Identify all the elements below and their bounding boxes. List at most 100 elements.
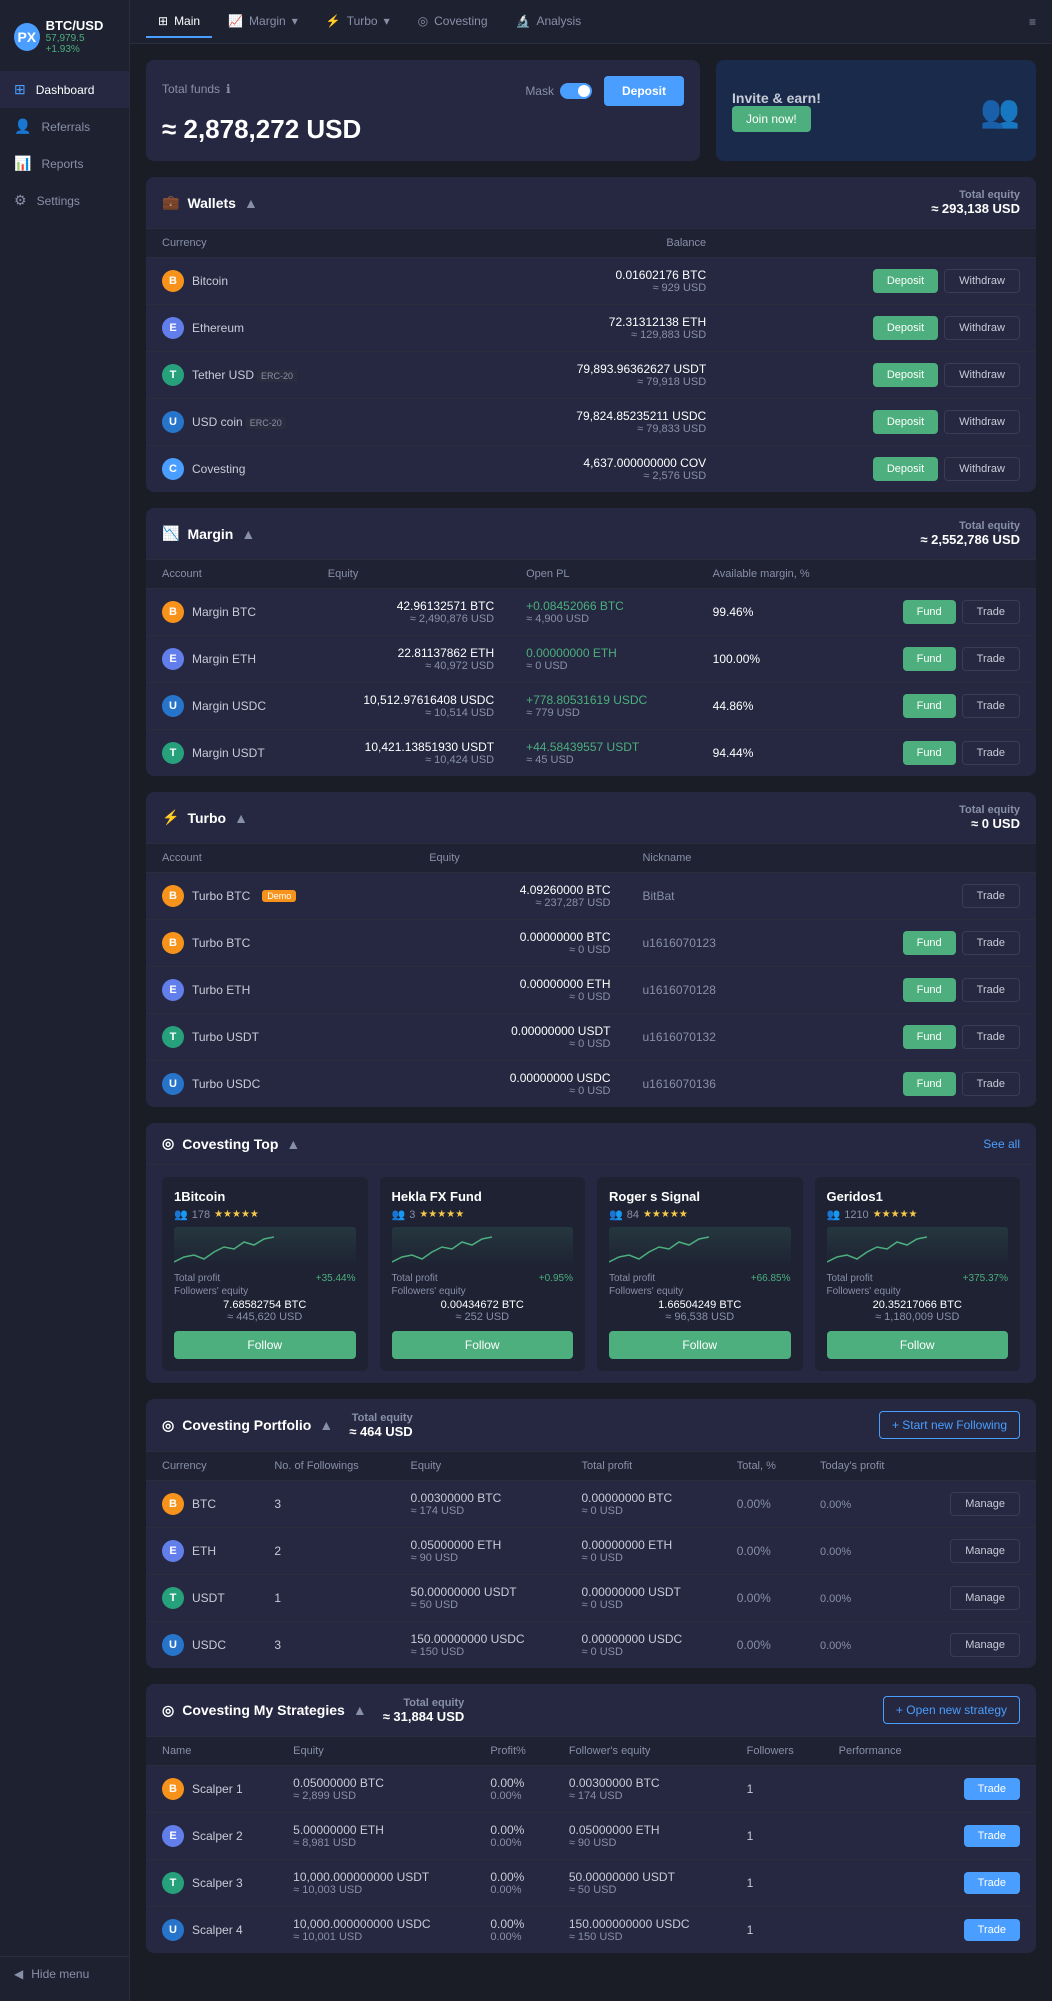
more-menu-button[interactable]: ≡ xyxy=(1029,15,1036,29)
trade-strategy-button[interactable]: Trade xyxy=(964,1872,1020,1894)
tab-main[interactable]: ⊞ Main xyxy=(146,6,212,38)
trade-button[interactable]: Trade xyxy=(962,600,1020,624)
currency-name: USD coinERC-20 xyxy=(192,415,286,429)
follow-button[interactable]: Follow xyxy=(174,1331,356,1359)
portfolio-followings-cell: 1 xyxy=(258,1575,394,1622)
margin-tab-label: Margin xyxy=(249,14,286,28)
withdraw-button[interactable]: Withdraw xyxy=(944,269,1020,293)
margin-collapse-icon[interactable]: ▲ xyxy=(241,526,255,542)
sidebar-item-settings[interactable]: ⚙ Settings xyxy=(0,182,129,219)
covestor-chart xyxy=(392,1227,574,1267)
fund-button[interactable]: Fund xyxy=(903,647,956,671)
table-row: E Turbo ETH 0.00000000 ETH ≈ 0 USD u1616… xyxy=(146,967,1036,1014)
turbo-collapse-icon[interactable]: ▲ xyxy=(234,810,248,826)
trade-button[interactable]: Trade xyxy=(962,647,1020,671)
tab-covesting[interactable]: ◎ Covesting xyxy=(406,6,500,38)
covesting-top-collapse-icon[interactable]: ▲ xyxy=(286,1136,300,1152)
manage-button[interactable]: Manage xyxy=(950,1539,1020,1563)
portfolio-followings-cell: 3 xyxy=(258,1622,394,1669)
covestor-card: Roger s Signal 👥 84 ★★★★★ Total profit +… xyxy=(597,1177,803,1371)
wallet-balance-cell: 4,637.000000000 COV ≈ 2,576 USD xyxy=(439,446,723,493)
join-now-button[interactable]: Join now! xyxy=(732,106,811,132)
deposit-button[interactable]: Deposit xyxy=(873,410,938,434)
equity-main: 4.09260000 BTC xyxy=(429,883,610,897)
sidebar-item-referrals[interactable]: 👤 Referrals xyxy=(0,108,129,145)
manage-button[interactable]: Manage xyxy=(950,1586,1020,1610)
manage-button[interactable]: Manage xyxy=(950,1492,1020,1516)
account-name: Margin BTC xyxy=(192,605,256,619)
deposit-button[interactable]: Deposit xyxy=(873,457,938,481)
trade-strategy-button[interactable]: Trade xyxy=(964,1825,1020,1847)
trade-button[interactable]: Trade xyxy=(962,931,1020,955)
fe-sub: ≈ 50 USD xyxy=(569,1884,715,1896)
start-following-button[interactable]: + Start new Following xyxy=(879,1411,1020,1439)
withdraw-button[interactable]: Withdraw xyxy=(944,410,1020,434)
margin-pl-cell: 0.00000000 ETH ≈ 0 USD xyxy=(510,636,697,683)
followers-count: 84 xyxy=(627,1209,639,1221)
main-deposit-button[interactable]: Deposit xyxy=(604,76,684,106)
fund-button[interactable]: Fund xyxy=(903,931,956,955)
sidebar-item-reports[interactable]: 📊 Reports xyxy=(0,145,129,182)
fund-button[interactable]: Fund xyxy=(903,600,956,624)
col-nickname: Nickname xyxy=(626,844,795,873)
fund-button[interactable]: Fund xyxy=(903,694,956,718)
portfolio-collapse-icon[interactable]: ▲ xyxy=(319,1417,333,1433)
mask-switch[interactable] xyxy=(560,83,592,99)
wallets-collapse-icon[interactable]: ▲ xyxy=(244,195,258,211)
trade-strategy-button[interactable]: Trade xyxy=(964,1778,1020,1800)
profit-value: +66.85% xyxy=(751,1273,791,1284)
withdraw-button[interactable]: Withdraw xyxy=(944,363,1020,387)
tab-margin[interactable]: 📈 Margin ▾ xyxy=(216,6,310,38)
tab-turbo[interactable]: ⚡ Turbo ▾ xyxy=(314,6,402,38)
trade-button[interactable]: Trade xyxy=(962,741,1020,765)
fund-button[interactable]: Fund xyxy=(903,1072,956,1096)
follow-button[interactable]: Follow xyxy=(392,1331,574,1359)
profit1: 0.00% xyxy=(490,1870,537,1884)
profit2: 0.00% xyxy=(490,1884,537,1896)
withdraw-button[interactable]: Withdraw xyxy=(944,457,1020,481)
hide-menu-button[interactable]: ◀ Hide menu xyxy=(14,1967,115,1981)
manage-button[interactable]: Manage xyxy=(950,1633,1020,1657)
portfolio-actions-cell: Manage xyxy=(917,1622,1036,1669)
turbo-actions-cell: Fund Trade xyxy=(796,1014,1036,1061)
open-strategy-button[interactable]: + Open new strategy xyxy=(883,1696,1020,1724)
trade-button[interactable]: Trade xyxy=(962,978,1020,1002)
follow-button[interactable]: Follow xyxy=(609,1331,791,1359)
sidebar-item-label: Reports xyxy=(41,157,83,171)
trade-button[interactable]: Trade xyxy=(962,1072,1020,1096)
strategies-collapse-icon[interactable]: ▲ xyxy=(353,1702,367,1718)
fe-sub: ≈ 174 USD xyxy=(569,1790,715,1802)
sidebar-item-dashboard[interactable]: ⊞ Dashboard xyxy=(0,71,129,108)
withdraw-button[interactable]: Withdraw xyxy=(944,316,1020,340)
fund-button[interactable]: Fund xyxy=(903,741,956,765)
see-all-link[interactable]: See all xyxy=(983,1137,1020,1151)
margin-equity-cell: 10,512.97616408 USDC ≈ 10,514 USD xyxy=(312,683,510,730)
followers-icon: 👥 xyxy=(827,1208,841,1221)
margin-actions-cell: Fund Trade xyxy=(854,683,1036,730)
wallet-balance-cell: 79,824.85235211 USDC ≈ 79,833 USD xyxy=(439,399,723,446)
deposit-button[interactable]: Deposit xyxy=(873,316,938,340)
fund-button[interactable]: Fund xyxy=(903,1025,956,1049)
trade-strategy-button[interactable]: Trade xyxy=(964,1919,1020,1941)
trade-button[interactable]: Trade xyxy=(962,884,1020,908)
trade-button[interactable]: Trade xyxy=(962,1025,1020,1049)
profit-label: Total profit xyxy=(174,1273,220,1284)
margin-avail-cell: 94.44% xyxy=(697,730,854,777)
strategies-equity-value: ≈ 31,884 USD xyxy=(383,1709,465,1724)
equity-sub: ≈ 0 USD xyxy=(429,1038,610,1050)
follow-button[interactable]: Follow xyxy=(827,1331,1009,1359)
portfolio-today-cell: 0.00% xyxy=(804,1481,917,1528)
deposit-button[interactable]: Deposit xyxy=(873,363,938,387)
invite-text: Invite & earn! Join now! xyxy=(732,90,821,132)
total-pct: 0.00% xyxy=(737,1638,771,1652)
deposit-button[interactable]: Deposit xyxy=(873,269,938,293)
trade-button[interactable]: Trade xyxy=(962,694,1020,718)
portfolio-followings-cell: 2 xyxy=(258,1528,394,1575)
tab-analysis[interactable]: 🔬 Analysis xyxy=(504,6,594,38)
balance-main: 79,893.96362627 USDT xyxy=(455,362,707,376)
followers-equity-row: Followers' equity xyxy=(174,1286,356,1297)
invite-title: Invite & earn! xyxy=(732,90,821,106)
balance-main: 72.31312138 ETH xyxy=(455,315,707,329)
fund-button[interactable]: Fund xyxy=(903,978,956,1002)
profit-value: +375.37% xyxy=(963,1273,1008,1284)
